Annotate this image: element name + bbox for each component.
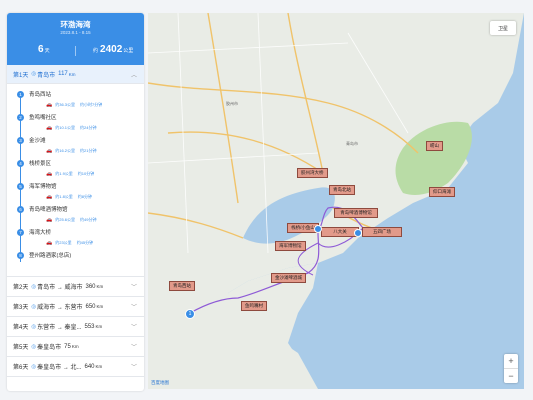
segment-5: 🚗 约1.8公里 约8分钟 — [46, 194, 93, 200]
car-icon: 🚗 — [46, 240, 53, 246]
trip-summary-header: 环渤海湾 2023.8.1 - 8.15 6天 约 2402公里 — [7, 13, 144, 65]
stop-marker[interactable] — [354, 229, 362, 237]
stop-5[interactable]: 5 海军博物馆 — [17, 182, 57, 190]
chevron-down-icon: ﹀ — [130, 345, 137, 351]
stop-1[interactable]: 1 青岛西站 — [17, 90, 51, 98]
stop-7[interactable]: 7 海湾大桥 — [17, 228, 51, 236]
day-3-header[interactable]: 第3天 ◎ 威海市 → 东营市 650 Km ﹀ — [7, 297, 144, 317]
location-pin-icon: ◎ — [31, 343, 37, 350]
map-label-navy-museum[interactable]: 海军博物馆 — [275, 241, 306, 251]
day-1-stops: 1 青岛西站 🚗 约36.3公里 约小时7分钟 2 鱼鸣嘴社区 🚗 约10.1公里 约24分… — [7, 84, 144, 276]
car-icon: 🚗 — [46, 148, 53, 154]
trip-distance: 约 2402公里 — [93, 44, 134, 55]
trip-title: 环渤海湾 — [60, 20, 91, 29]
car-icon: 🚗 — [46, 171, 53, 177]
location-pin-icon: ◎ — [31, 323, 37, 330]
header-divider — [75, 46, 76, 56]
map-label-yangkou[interactable]: 仰口海滩 — [429, 187, 455, 197]
car-icon: 🚗 — [46, 125, 53, 131]
zoom-control: + − — [504, 354, 518, 383]
city-name: 胶州市 — [226, 101, 238, 106]
chevron-down-icon: ﹀ — [130, 305, 137, 311]
day-km: 117 — [58, 71, 68, 77]
map-label-xizhan[interactable]: 青岛西站 — [169, 281, 195, 291]
chevron-down-icon: ﹀ — [130, 285, 137, 291]
zoom-in-button[interactable]: + — [504, 354, 518, 368]
car-icon: 🚗 — [46, 217, 53, 223]
city-name: 青岛市 — [346, 141, 358, 146]
stop-8[interactable]: 8 登州路酒家(总店) — [17, 251, 71, 259]
map-label-yumingzui[interactable]: 鱼鸣嘴村 — [241, 301, 267, 311]
location-pin-icon: ◎ — [31, 363, 37, 370]
map-label-jinsha[interactable]: 金沙滩啤酒城 — [271, 273, 306, 283]
map-logo: 百度地图 — [151, 380, 169, 385]
map-base — [148, 13, 524, 389]
stop-4[interactable]: 4 栈桥景区 — [17, 159, 51, 167]
day-label: 第1天 — [13, 72, 29, 79]
map-label-laoshan[interactable]: 崂山 — [426, 141, 443, 151]
location-pin-icon: ◎ — [31, 71, 37, 77]
segment-6: 🚗 约25.6公里 约49分钟 — [46, 217, 97, 223]
stop-3[interactable]: 3 金沙滩 — [17, 136, 46, 144]
day-route: 青岛市 — [37, 72, 56, 79]
segment-7: 🚗 约23公里 约45分钟 — [46, 240, 94, 246]
chevron-down-icon: ﹀ — [130, 365, 137, 371]
itinerary-sidebar: 环渤海湾 2023.8.1 - 8.15 6天 约 2402公里 第1天 ◎ 青岛… — [7, 13, 144, 391]
chevron-up-icon[interactable]: ︿ — [131, 70, 137, 79]
segment-1: 🚗 约36.3公里 约小时7分钟 — [46, 102, 103, 108]
day-6-header[interactable]: 第6天 ◎ 秦皇岛市 → 北... 640 Km ﹀ — [7, 357, 144, 377]
location-pin-icon: ◎ — [31, 283, 37, 290]
map-label-north-station[interactable]: 青岛北站 — [329, 185, 355, 195]
trip-dates: 2023.8.1 - 8.15 — [60, 30, 91, 35]
day-1-header[interactable]: 第1天 ◎ 青岛市 117 Km ︿ — [7, 65, 144, 84]
segment-3: 🚗 约16.2公里 约21分钟 — [46, 148, 97, 154]
stop-6[interactable]: 6 青岛啤酒博物馆 — [17, 205, 68, 213]
location-pin-icon: ◎ — [31, 303, 37, 310]
zoom-out-button[interactable]: − — [504, 368, 518, 383]
map-label-bridge[interactable]: 胶州湾大桥 — [297, 168, 328, 178]
segment-4: 🚗 约1.9公里 约10分钟 — [46, 171, 95, 177]
route-map[interactable]: 胶州市 青岛市 卫星 崂山 仰口海滩 胶州湾大桥 青岛北站 青岛啤酒博物馆 栈桥… — [148, 13, 524, 389]
map-label-beer-museum[interactable]: 青岛啤酒博物馆 — [334, 208, 378, 218]
trip-days: 6天 — [38, 44, 50, 55]
stop-marker[interactable] — [314, 225, 322, 233]
map-label-wusi-square[interactable]: 五四广场 — [362, 227, 402, 237]
segment-2: 🚗 约10.1公里 约24分钟 — [46, 125, 97, 131]
stop-2[interactable]: 2 鱼鸣嘴社区 — [17, 113, 57, 121]
day-5-header[interactable]: 第5天 ◎ 秦皇岛市 75 Km ﹀ — [7, 337, 144, 357]
chevron-down-icon: ﹀ — [130, 325, 137, 331]
car-icon: 🚗 — [46, 102, 53, 108]
day-2-header[interactable]: 第2天 ◎ 青岛市 → 威海市 360 Km ﹀ — [7, 276, 144, 297]
day-4-header[interactable]: 第4天 ◎ 东营市 → 秦皇... 553 Km ﹀ — [7, 317, 144, 337]
satellite-toggle-button[interactable]: 卫星 — [490, 21, 516, 35]
stop-marker[interactable]: 1 — [185, 309, 195, 319]
car-icon: 🚗 — [46, 194, 53, 200]
